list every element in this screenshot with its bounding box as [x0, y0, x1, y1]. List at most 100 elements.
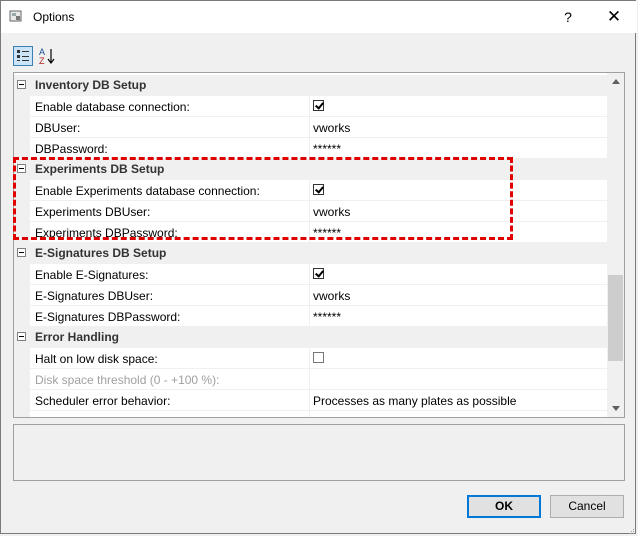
property-row[interactable]: Scheduler error behavior: Processes as ma…	[14, 390, 607, 411]
property-name-cell[interactable]: Experiments DBUser:	[30, 201, 310, 222]
property-value: ******	[313, 310, 342, 324]
checkbox-unchecked[interactable]	[313, 352, 324, 363]
property-name-cell[interactable]: Experiments DBPassword:	[30, 222, 310, 243]
property-row[interactable]: Halt on low disk space:	[14, 348, 607, 369]
property-name: Deadlock behavior:	[35, 415, 138, 417]
cancel-button[interactable]: Cancel	[550, 495, 624, 518]
app-icon	[9, 10, 22, 22]
property-row[interactable]: E-Signatures DBUser: vworks	[14, 285, 607, 306]
property-name-cell[interactable]: Enable Experiments database connection:	[30, 180, 310, 201]
category-label: Experiments DB Setup	[35, 162, 165, 176]
category-row[interactable]: Inventory DB Setup	[14, 75, 607, 96]
property-name: Experiments DBPassword:	[35, 226, 178, 240]
property-row[interactable]: Enable E-Signatures:	[14, 264, 607, 285]
property-value-cell[interactable]	[310, 369, 607, 390]
property-value-cell[interactable]: vworks	[310, 201, 607, 222]
row-margin	[14, 117, 30, 138]
close-button[interactable]: ✕	[591, 1, 637, 32]
property-row[interactable]: Deadlock behavior: Show the System State …	[14, 411, 607, 417]
help-button[interactable]: ?	[545, 1, 591, 32]
categorized-button[interactable]	[13, 46, 33, 66]
property-row[interactable]: E-Signatures DBPassword: ******	[14, 306, 607, 327]
ok-button[interactable]: OK	[467, 495, 541, 518]
property-name: DBUser:	[35, 121, 81, 135]
categorized-icon	[17, 50, 29, 61]
property-name: Disk space threshold (0 - +100 %):	[35, 373, 220, 387]
row-margin	[14, 411, 30, 417]
property-value: ******	[313, 142, 342, 156]
collapse-icon[interactable]	[17, 332, 26, 341]
row-margin	[14, 201, 30, 222]
options-dialog: Options ? ✕ A Z Inventory DB Setup Enabl…	[0, 0, 637, 535]
scroll-thumb[interactable]	[608, 275, 623, 361]
property-name: Halt on low disk space:	[35, 352, 158, 366]
property-name-cell[interactable]: Halt on low disk space:	[30, 348, 310, 369]
collapse-icon[interactable]	[17, 248, 26, 257]
property-grid[interactable]: Inventory DB Setup Enable database connec…	[13, 72, 625, 418]
property-value-cell[interactable]: vworks	[310, 285, 607, 306]
property-name: E-Signatures DBUser:	[35, 289, 154, 303]
property-name: Enable E-Signatures:	[35, 268, 149, 282]
property-value-cell[interactable]	[310, 96, 607, 117]
property-row[interactable]: Disk space threshold (0 - +100 %):	[14, 369, 607, 390]
property-value-cell[interactable]: ******	[310, 222, 607, 243]
checkbox-checked[interactable]	[313, 100, 324, 111]
collapse-icon[interactable]	[17, 80, 26, 89]
checkbox-checked[interactable]	[313, 268, 324, 279]
category-row[interactable]: E-Signatures DB Setup	[14, 243, 607, 264]
property-value-cell[interactable]: vworks	[310, 117, 607, 138]
property-row[interactable]: Experiments DBUser: vworks	[14, 201, 607, 222]
property-name: Enable database connection:	[35, 100, 190, 114]
property-value-cell[interactable]	[310, 264, 607, 285]
property-value-cell[interactable]: ******	[310, 138, 607, 159]
arrow-down-icon	[611, 406, 620, 411]
property-name-cell[interactable]: Deadlock behavior:	[30, 411, 310, 417]
property-toolbar: A Z	[1, 42, 637, 70]
property-value-cell[interactable]	[310, 348, 607, 369]
scroll-down-button[interactable]	[607, 400, 624, 417]
row-margin	[14, 348, 30, 369]
property-value-cell[interactable]: Show the System State Editor	[310, 411, 607, 417]
property-value-cell[interactable]: Processes as many plates as possible	[310, 390, 607, 411]
property-name: E-Signatures DBPassword:	[35, 310, 181, 324]
alphabetical-button[interactable]: A Z	[38, 46, 58, 66]
category-label: E-Signatures DB Setup	[35, 246, 167, 260]
checkbox-checked[interactable]	[313, 184, 324, 195]
property-row[interactable]: Enable Experiments database connection:	[14, 180, 607, 201]
property-name: Scheduler error behavior:	[35, 394, 171, 408]
property-value: Processes as many plates as possible	[313, 394, 517, 408]
property-name-cell[interactable]: DBUser:	[30, 117, 310, 138]
property-name-cell[interactable]: E-Signatures DBPassword:	[30, 306, 310, 327]
category-row[interactable]: Experiments DB Setup	[14, 159, 607, 180]
property-value: Show the System State Editor	[313, 415, 472, 417]
property-value: vworks	[313, 289, 351, 303]
property-value-cell[interactable]	[310, 180, 607, 201]
resize-grip-icon[interactable]	[627, 527, 635, 535]
collapse-icon[interactable]	[17, 164, 26, 173]
property-name-cell[interactable]: Enable E-Signatures:	[30, 264, 310, 285]
row-margin	[14, 138, 30, 159]
property-name-cell[interactable]: Scheduler error behavior:	[30, 390, 310, 411]
scroll-up-button[interactable]	[607, 73, 624, 90]
category-row[interactable]: Error Handling	[14, 327, 607, 348]
property-value: vworks	[313, 121, 351, 135]
window-title: Options	[33, 10, 75, 24]
property-name-cell[interactable]: Disk space threshold (0 - +100 %):	[30, 369, 310, 390]
row-margin	[14, 306, 30, 327]
row-margin	[14, 369, 30, 390]
property-name-cell[interactable]: Enable database connection:	[30, 96, 310, 117]
property-value: ******	[313, 226, 342, 240]
property-name-cell[interactable]: DBPassword:	[30, 138, 310, 159]
row-margin	[14, 222, 30, 243]
property-value-cell[interactable]: ******	[310, 306, 607, 327]
property-row[interactable]: Enable database connection:	[14, 96, 607, 117]
row-margin	[14, 180, 30, 201]
property-name: DBPassword:	[35, 142, 108, 156]
property-row[interactable]: DBPassword: ******	[14, 138, 607, 159]
property-name-cell[interactable]: E-Signatures DBUser:	[30, 285, 310, 306]
property-name: Enable Experiments database connection:	[35, 184, 260, 198]
row-margin	[14, 264, 30, 285]
vertical-scrollbar[interactable]	[607, 73, 624, 417]
property-row[interactable]: Experiments DBPassword: ******	[14, 222, 607, 243]
property-row[interactable]: DBUser: vworks	[14, 117, 607, 138]
